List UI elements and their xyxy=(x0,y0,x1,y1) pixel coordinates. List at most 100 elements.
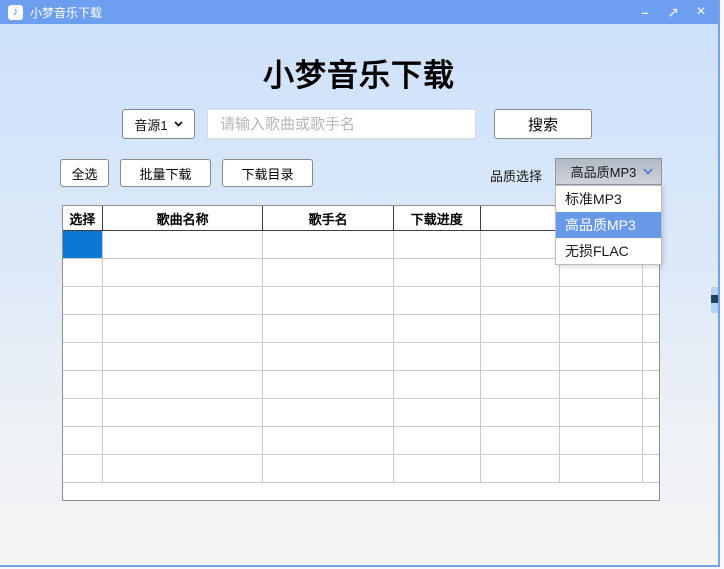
table-cell[interactable] xyxy=(394,427,481,454)
table-cell[interactable] xyxy=(643,343,659,370)
table-cell[interactable] xyxy=(560,371,644,398)
table-cell[interactable] xyxy=(394,259,481,286)
table-cell[interactable] xyxy=(481,315,561,342)
table-row xyxy=(63,287,659,315)
quality-combobox[interactable]: 高品质MP3 xyxy=(555,158,662,185)
table-cell[interactable] xyxy=(643,455,659,482)
table-cell[interactable] xyxy=(481,371,561,398)
window-controls: – ↗ × xyxy=(636,3,710,21)
table-cell[interactable] xyxy=(103,455,264,482)
table-cell[interactable] xyxy=(263,315,394,342)
selected-cell[interactable] xyxy=(63,231,103,258)
table-cell[interactable] xyxy=(481,343,561,370)
table-cell[interactable] xyxy=(63,343,103,370)
window-edge-scrollbar[interactable] xyxy=(711,287,718,313)
table-cell[interactable] xyxy=(63,287,103,314)
batch-download-button[interactable]: 批量下载 xyxy=(120,159,211,187)
search-button[interactable]: 搜索 xyxy=(494,109,592,139)
table-cell[interactable] xyxy=(63,259,103,286)
column-header-artist-name[interactable]: 歌手名 xyxy=(263,206,394,230)
table-cell[interactable] xyxy=(263,455,394,482)
table-row xyxy=(63,455,659,483)
table-cell[interactable] xyxy=(481,287,561,314)
table-cell[interactable] xyxy=(394,287,481,314)
table-cell[interactable] xyxy=(560,343,644,370)
table-cell[interactable] xyxy=(103,371,264,398)
table-cell[interactable] xyxy=(643,371,659,398)
quality-option-1[interactable]: 标准MP3 xyxy=(556,186,661,212)
quality-option-3[interactable]: 无损FLAC xyxy=(556,238,661,264)
table-cell[interactable] xyxy=(263,231,394,258)
column-header-song-name[interactable]: 歌曲名称 xyxy=(103,206,264,230)
table-cell[interactable] xyxy=(103,287,264,314)
quality-select-label: 品质选择 xyxy=(490,169,543,184)
quality-combobox-value: 高品质MP3 xyxy=(570,165,637,180)
table-row xyxy=(63,343,659,371)
table-cell[interactable] xyxy=(481,427,561,454)
column-header-select[interactable]: 选择 xyxy=(63,206,103,230)
table-cell[interactable] xyxy=(643,287,659,314)
table-cell[interactable] xyxy=(263,371,394,398)
table-row xyxy=(63,427,659,455)
table-cell[interactable] xyxy=(560,287,644,314)
table-cell[interactable] xyxy=(263,259,394,286)
table-cell[interactable] xyxy=(481,231,561,258)
music-note-glyph: ♪ xyxy=(12,5,19,18)
table-row xyxy=(63,399,659,427)
window-title: 小梦音乐下载 xyxy=(30,5,103,20)
table-cell[interactable] xyxy=(394,343,481,370)
table-cell[interactable] xyxy=(63,315,103,342)
table-cell[interactable] xyxy=(263,427,394,454)
titlebar: ♪ 小梦音乐下载 – ↗ × xyxy=(0,0,718,24)
table-cell[interactable] xyxy=(481,455,561,482)
search-input[interactable] xyxy=(207,109,476,139)
table-cell[interactable] xyxy=(103,399,264,426)
table-row xyxy=(63,371,659,399)
app-music-note-icon: ♪ xyxy=(8,4,23,20)
table-cell[interactable] xyxy=(560,399,644,426)
table-cell[interactable] xyxy=(394,371,481,398)
table-cell[interactable] xyxy=(394,399,481,426)
app-window: ♪ 小梦音乐下载 – ↗ × 小梦音乐下载 音源1 搜索 全选 批量下载 下载目… xyxy=(0,0,720,567)
content-area: 小梦音乐下载 音源1 搜索 全选 批量下载 下载目录 品质选择 高品质MP3 标… xyxy=(0,24,718,565)
quality-option-2[interactable]: 高品质MP3 xyxy=(556,212,661,238)
download-directory-button[interactable]: 下载目录 xyxy=(222,159,313,187)
chevron-down-icon xyxy=(643,168,653,175)
table-cell[interactable] xyxy=(394,455,481,482)
table-cell[interactable] xyxy=(103,259,264,286)
table-row xyxy=(63,315,659,343)
close-button[interactable]: × xyxy=(692,3,710,21)
table-cell[interactable] xyxy=(263,343,394,370)
source-select-value: 音源1 xyxy=(134,117,168,133)
table-cell[interactable] xyxy=(643,315,659,342)
quality-dropdown: 标准MP3 高品质MP3 无损FLAC xyxy=(555,185,662,265)
table-cell[interactable] xyxy=(481,259,561,286)
column-header-download-progress[interactable]: 下载进度 xyxy=(394,206,481,230)
table-body xyxy=(63,231,659,483)
table-cell[interactable] xyxy=(63,371,103,398)
table-cell[interactable] xyxy=(643,427,659,454)
table-cell[interactable] xyxy=(63,427,103,454)
table-cell[interactable] xyxy=(394,315,481,342)
maximize-button[interactable]: ↗ xyxy=(664,3,682,21)
table-cell[interactable] xyxy=(560,427,644,454)
source-select[interactable]: 音源1 xyxy=(122,109,195,139)
table-cell[interactable] xyxy=(481,399,561,426)
page-title: 小梦音乐下载 xyxy=(263,58,455,93)
table-cell[interactable] xyxy=(560,315,644,342)
minimize-button[interactable]: – xyxy=(636,3,654,21)
table-cell[interactable] xyxy=(63,399,103,426)
table-cell[interactable] xyxy=(643,399,659,426)
table-cell[interactable] xyxy=(103,343,264,370)
scrollbar-thumb[interactable] xyxy=(711,295,718,303)
table-cell[interactable] xyxy=(394,231,481,258)
table-cell[interactable] xyxy=(63,455,103,482)
table-cell[interactable] xyxy=(263,287,394,314)
table-cell[interactable] xyxy=(103,315,264,342)
table-cell[interactable] xyxy=(103,231,264,258)
select-all-button[interactable]: 全选 xyxy=(60,159,109,187)
table-cell[interactable] xyxy=(103,427,264,454)
table-cell[interactable] xyxy=(560,455,644,482)
table-cell[interactable] xyxy=(263,399,394,426)
column-header-extra-1[interactable] xyxy=(481,206,561,230)
